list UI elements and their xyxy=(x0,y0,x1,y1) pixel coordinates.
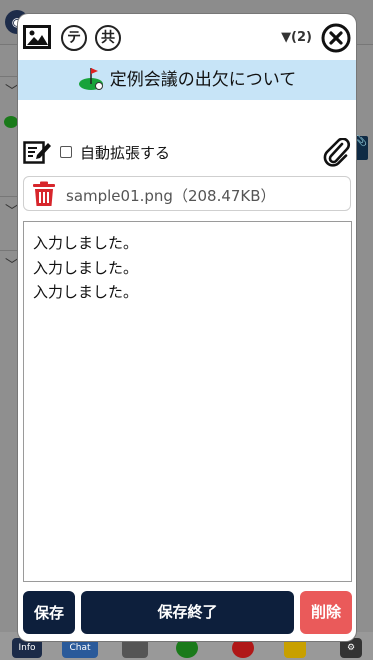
footer-info: Info xyxy=(12,638,42,658)
kyo-icon[interactable]: 共 xyxy=(95,25,121,51)
footer-settings: ⚙ xyxy=(340,638,362,658)
save-button[interactable]: 保存 xyxy=(23,591,75,634)
close-icon[interactable] xyxy=(321,23,351,53)
page-title: 定例会議の出欠について xyxy=(109,70,297,90)
footer-chat: Chat xyxy=(62,638,98,658)
memo-line: 入力しました。 xyxy=(33,283,139,301)
golf-flag-icon xyxy=(78,68,103,90)
footer-item xyxy=(232,638,254,658)
background-right-tab: 📎 xyxy=(354,136,368,160)
footer-item xyxy=(284,638,306,658)
trash-icon[interactable] xyxy=(32,181,56,207)
footer-item xyxy=(122,638,148,658)
attachment-name[interactable]: sample01.png（208.47KB） xyxy=(66,185,276,206)
paperclip-icon[interactable] xyxy=(322,138,352,168)
edit-memo-icon[interactable] xyxy=(23,139,51,165)
background-green-marker xyxy=(4,116,18,128)
memo-line: 入力しました。 xyxy=(33,258,139,277)
delete-button[interactable]: 削除 xyxy=(300,591,352,634)
image-icon[interactable] xyxy=(23,25,51,49)
memo-line: 入力しました。 xyxy=(33,234,139,252)
auto-expand-checkbox[interactable] xyxy=(60,146,72,158)
footer-item xyxy=(176,638,198,658)
record-count[interactable]: ▼(2) xyxy=(281,30,312,45)
attachment-item: sample01.png（208.47KB） xyxy=(23,176,351,211)
memo-textarea[interactable]: 入力しました。 入力しました。 入力しました。 xyxy=(23,221,352,582)
memo-modal: テ 共 ▼(2) 定例会議の出欠について 自動拡張する sample01.png… xyxy=(18,14,356,641)
te-icon[interactable]: テ xyxy=(61,25,87,51)
auto-expand-label[interactable]: 自動拡張する xyxy=(80,142,170,163)
save-and-close-button[interactable]: 保存終了 xyxy=(81,591,294,634)
option-row: 自動拡張する xyxy=(18,138,356,168)
title-bar: 定例会議の出欠について xyxy=(18,60,356,100)
modal-toolbar: テ 共 ▼(2) xyxy=(18,14,356,60)
